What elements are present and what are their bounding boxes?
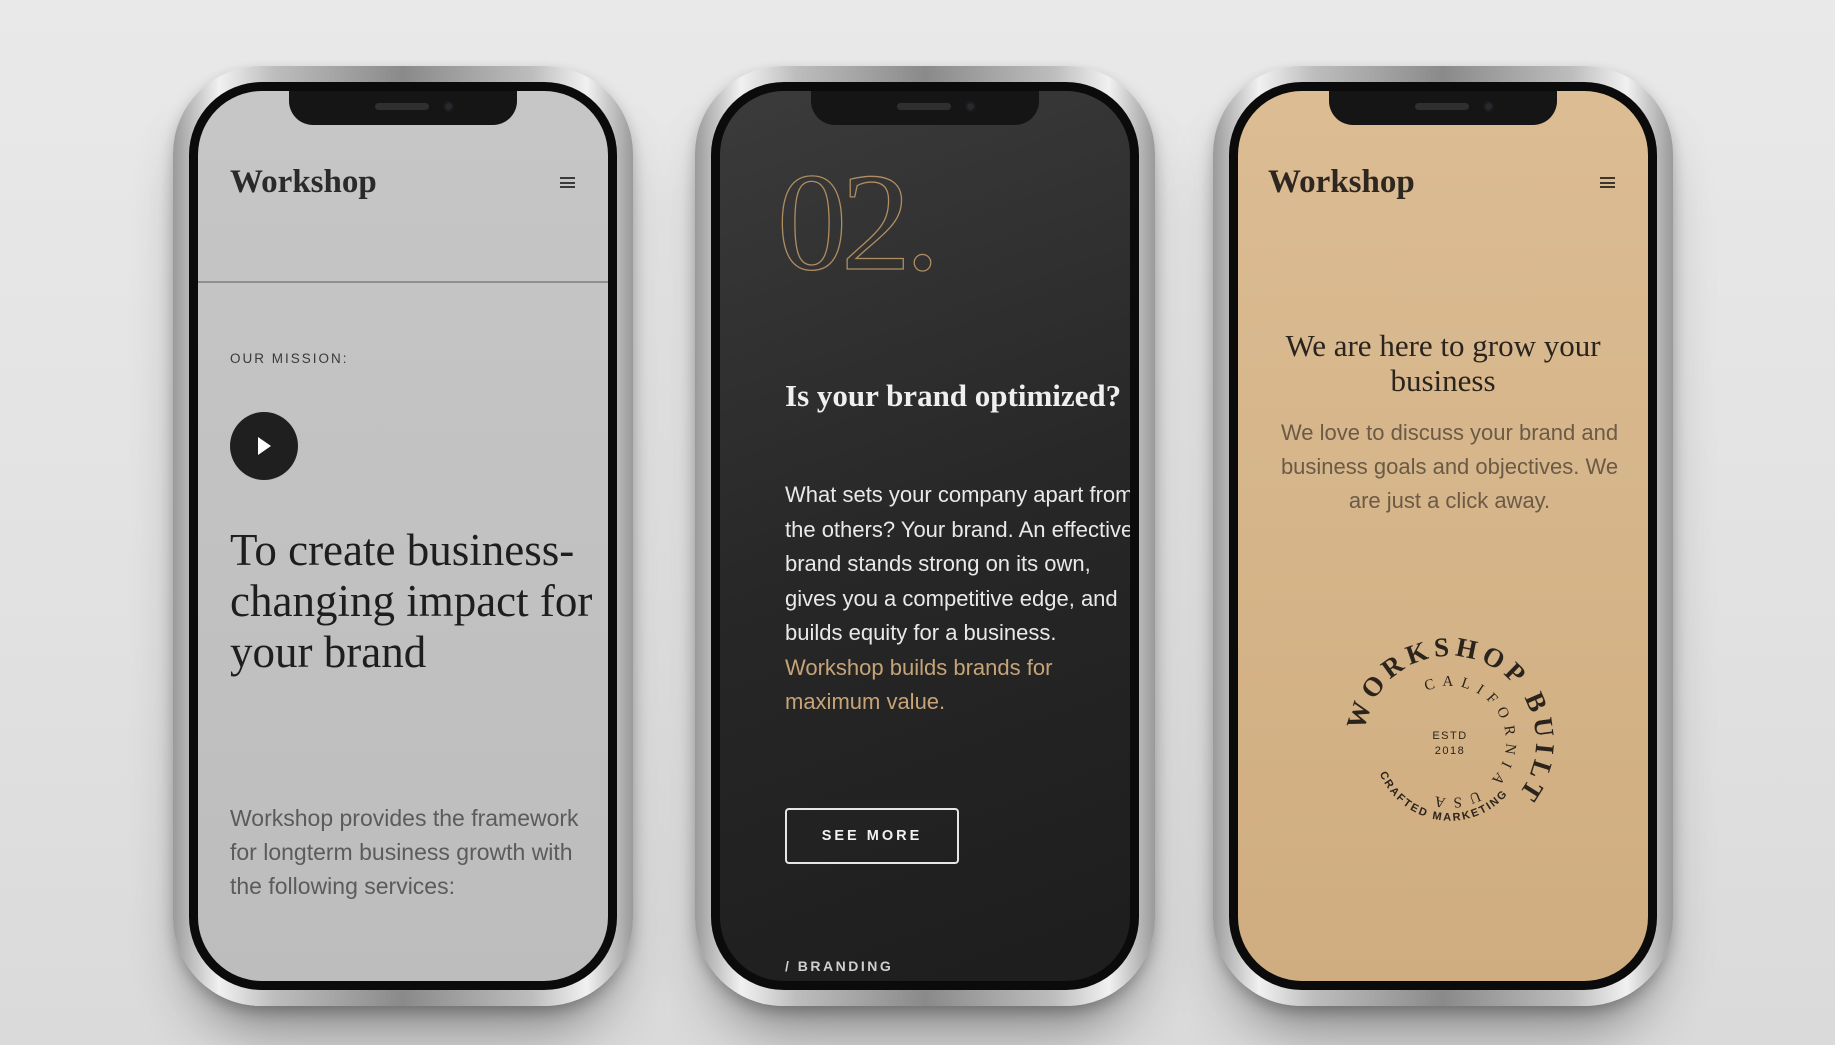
front-camera [965,101,976,112]
mission-label: OUR MISSION: [230,351,349,366]
phone-notch [289,91,517,125]
mission-headline: To create business-changing impact for y… [230,525,593,677]
category-tag[interactable]: / BRANDING [785,958,893,974]
svg-text:ESTD: ESTD [1432,730,1467,742]
body-text: What sets your company apart from the ot… [785,482,1130,645]
phone-bezel: 02. Is your brand optimized? What sets y… [711,82,1139,990]
phone-screen: 02. Is your brand optimized? What sets y… [720,91,1130,981]
front-camera [1483,101,1494,112]
play-button[interactable] [230,412,298,480]
section-number: 02. [776,151,940,291]
phone-screen: Workshop OUR MISSION: To create business… [198,91,608,981]
speaker-grille [1415,103,1469,110]
section-number-text: 02. [777,151,934,291]
play-icon [258,437,271,455]
body-highlight-text: Workshop builds brands for maximum value… [785,654,1053,715]
section-body-text: What sets your company apart from the ot… [785,478,1130,720]
section-heading: Is your brand optimized? [785,378,1122,413]
brand-logo[interactable]: Workshop [230,164,377,201]
front-camera [443,101,454,112]
mission-body-text: Workshop provides the framework for long… [230,805,579,899]
phone-bezel: Workshop We are here to grow your busine… [1229,82,1657,990]
svg-text:2018: 2018 [1435,745,1465,757]
see-more-button[interactable]: SEE MORE [785,808,959,864]
phone-mockup-branding: 02. Is your brand optimized? What sets y… [695,66,1155,1006]
hamburger-menu-icon[interactable] [560,177,575,188]
contact-body-text: We love to discuss your brand and busine… [1280,420,1619,513]
phone-bezel: Workshop OUR MISSION: To create business… [189,82,617,990]
phone-notch [811,91,1039,125]
svg-text:WORKSHOP BUILT: WORKSHOP BUILT [1340,632,1560,811]
header-divider [198,281,608,283]
speaker-grille [375,103,429,110]
phone-mockup-contact: Workshop We are here to grow your busine… [1213,66,1673,1006]
workshop-seal-emblem: WORKSHOP BUILT CALIFORNIA USA CRAFTED MA… [1340,632,1560,824]
speaker-grille [897,103,951,110]
hamburger-menu-icon[interactable] [1600,177,1615,188]
phone-screen: Workshop We are here to grow your busine… [1238,91,1648,981]
brand-logo[interactable]: Workshop [1268,164,1415,201]
phone-notch [1329,91,1557,125]
contact-heading: We are here to grow your business [1285,328,1601,398]
phone-mockup-mission: Workshop OUR MISSION: To create business… [173,66,633,1006]
